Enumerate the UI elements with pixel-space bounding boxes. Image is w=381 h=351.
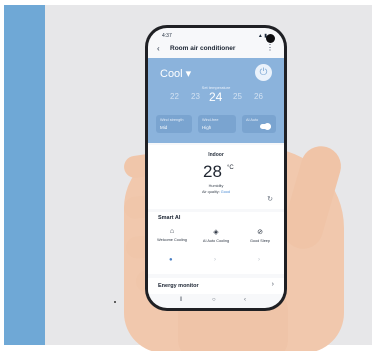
- front-camera: [266, 34, 275, 43]
- temp-option[interactable]: 25: [233, 92, 242, 101]
- nav-recents-icon[interactable]: ‖: [180, 297, 182, 303]
- smart-ai-title: Smart AI: [158, 215, 181, 221]
- photo-scene: 4:37 ▲ ▮ ‹ Room air conditioner ⋮ Cool ▾…: [0, 0, 381, 351]
- nav-back-icon[interactable]: ‹: [244, 297, 246, 303]
- mode-selector[interactable]: Cool ▾: [160, 67, 191, 80]
- ai-auto-label: AI Auto: [246, 118, 259, 122]
- power-button[interactable]: ⏻: [255, 64, 272, 81]
- smart-ai-card: Smart AI ⌂ Welcome Cooling ◈ AI Auto Coo…: [148, 212, 284, 274]
- chevron-right-icon: ›: [271, 281, 274, 288]
- ai-item-label: AI Auto Cooling: [202, 239, 230, 243]
- wind-strength-value: Mid: [160, 125, 168, 130]
- wind-strength-control[interactable]: Wind strength Mid: [156, 115, 192, 133]
- air-quality-value: Good: [220, 190, 231, 194]
- wind-free-value: High: [202, 125, 212, 130]
- indoor-card: Indoor 28 °C Humidity Air quality: Good …: [148, 145, 284, 209]
- app-header: ‹ Room air conditioner ⋮: [148, 42, 284, 58]
- wind-free-control[interactable]: Wind-free High: [198, 115, 236, 133]
- phone-screen: 4:37 ▲ ▮ ‹ Room air conditioner ⋮ Cool ▾…: [148, 28, 284, 308]
- inactive-indicator-icon: ›: [214, 257, 216, 263]
- good-sleep-item[interactable]: ⊘ Good Sleep: [242, 228, 278, 244]
- refresh-icon[interactable]: ↻: [267, 195, 273, 203]
- selected-temperature[interactable]: 24: [209, 90, 222, 104]
- control-panel: Cool ▾ ⏻ Set temperature 22 23 24 25 26 …: [148, 58, 284, 143]
- ai-item-label: Welcome Cooling: [157, 238, 187, 242]
- inactive-indicator-icon: ›: [258, 257, 260, 263]
- ai-auto-toggle[interactable]: [260, 123, 271, 130]
- more-options-icon[interactable]: ⋮: [266, 43, 274, 52]
- blue-strip: [4, 5, 45, 345]
- app-title: Room air conditioner: [170, 45, 236, 52]
- home-icon: ⌂: [169, 228, 175, 235]
- back-arrow-icon[interactable]: ‹: [157, 44, 160, 53]
- toggle-knob: [264, 123, 271, 130]
- wind-free-label: Wind-free: [202, 118, 219, 122]
- active-indicator-icon: ●: [169, 257, 173, 263]
- temperature-picker[interactable]: 22 23 24 25 26: [148, 90, 284, 106]
- speck: [114, 301, 116, 303]
- temp-option[interactable]: 22: [170, 92, 179, 101]
- air-quality: Air quality: Good: [148, 190, 284, 194]
- indoor-status: Humidity: [208, 184, 224, 188]
- air-quality-prefix: Air quality:: [201, 190, 221, 194]
- temp-option[interactable]: 26: [254, 92, 263, 101]
- indoor-unit: °C: [227, 165, 234, 171]
- ai-auto-cooling-item[interactable]: ◈ AI Auto Cooling: [198, 228, 234, 244]
- nav-home-icon[interactable]: ○: [212, 297, 216, 303]
- energy-monitor-row[interactable]: Energy monitor ›: [148, 278, 284, 294]
- ai-icon: ◈: [213, 229, 219, 236]
- indoor-label: Indoor: [208, 152, 224, 158]
- sleep-icon: ⊘: [257, 229, 263, 236]
- indoor-temperature: 28: [203, 162, 222, 181]
- welcome-cooling-item[interactable]: ⌂ Welcome Cooling: [154, 228, 190, 243]
- wind-strength-label: Wind strength: [160, 118, 184, 122]
- ai-auto-control[interactable]: AI Auto: [242, 115, 276, 133]
- ai-item-label: Good Sleep: [249, 239, 271, 243]
- energy-monitor-label: Energy monitor: [158, 283, 199, 289]
- status-time: 4:37: [162, 33, 172, 39]
- status-bar: 4:37 ▲ ▮: [148, 28, 284, 42]
- nav-bar: ‖ ○ ‹: [148, 296, 284, 308]
- temp-option[interactable]: 23: [191, 92, 200, 101]
